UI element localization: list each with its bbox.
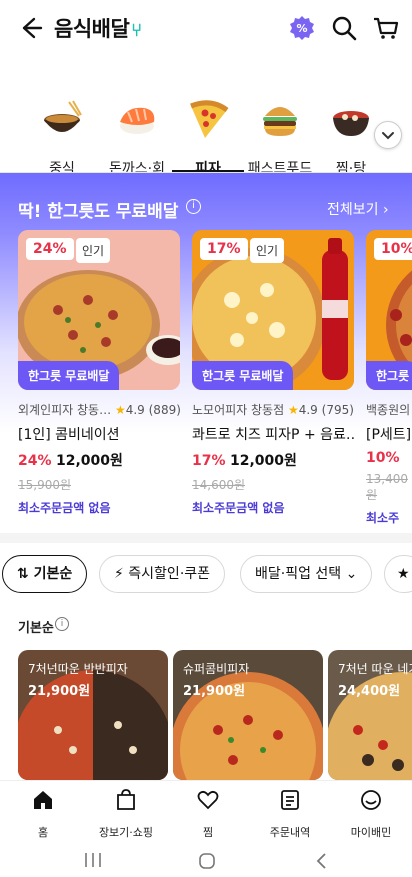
tab-chinese[interactable]: 중식	[22, 96, 102, 178]
price: 24% 12,000원	[18, 453, 123, 469]
category-expand-button[interactable]	[374, 121, 402, 149]
burger-icon	[263, 107, 297, 136]
sort-chip[interactable]: ⇅ 기본순	[2, 555, 88, 593]
min-order: 최소주문금액 없음	[192, 501, 285, 515]
header: 음식배달 ⑂ %	[0, 0, 412, 56]
product-price: 21,900원	[28, 684, 91, 699]
tab-pork-cutlet[interactable]: 돈까스·회	[97, 96, 177, 178]
promo-card[interactable]: 17% 인기 한그릇 무료배달 노모어피자 창동점 ★4.9 (795) 콰트로…	[192, 230, 354, 516]
section-divider	[0, 533, 412, 543]
nav-shopping[interactable]: 장보기·쇼핑	[85, 788, 167, 840]
product-image: 17% 인기 한그릇 무료배달	[192, 230, 354, 390]
product-name: 7처넌 따운 네가지	[338, 662, 412, 676]
recent-apps-icon[interactable]	[83, 852, 103, 868]
tab-fastfood[interactable]: 패스트푸드	[240, 96, 320, 178]
star-icon: ★	[397, 566, 410, 582]
nav-home[interactable]: 홈	[2, 788, 84, 840]
sort-icon: ⇅	[17, 566, 29, 582]
menu-name: [1인] 콤비네이션	[18, 427, 120, 443]
svg-text:%: %	[296, 22, 307, 35]
discount-badge: 24%	[26, 238, 74, 260]
sushi-icon	[120, 107, 155, 134]
store-info: 노모어피자 창동점 ★4.9 (795)	[192, 403, 354, 417]
info-icon[interactable]: i	[55, 617, 69, 631]
product-name: 7처넌따운 반반피자	[28, 662, 128, 676]
popular-badge: 인기	[250, 238, 285, 263]
min-order: 최소주	[366, 511, 400, 525]
original-price: 13,400원	[366, 472, 408, 502]
product-card[interactable]: 슈퍼콤비피자 21,900원	[173, 650, 323, 780]
promo-card[interactable]: 24% 인기 한그릇 무료배달 외계인피자 창동… ★4.9 (889) [1인…	[18, 230, 180, 516]
star-icon: ★	[114, 403, 126, 417]
lightning-icon: ⚡	[114, 566, 124, 582]
free-delivery-badge: 한그릇 무료배달	[18, 361, 120, 390]
view-all-link[interactable]: 전체보기 ›	[327, 199, 389, 219]
menu-name: 콰트로 치즈 피자P + 음료…	[192, 427, 354, 443]
discount-icon[interactable]: %	[286, 12, 318, 44]
stew-icon	[333, 111, 369, 136]
original-price: 15,900원	[18, 478, 72, 492]
chinese-food-icon	[44, 100, 82, 132]
product-card[interactable]: 7처넌 따운 네가지 24,400원	[328, 650, 412, 780]
back-arrow-icon[interactable]	[16, 14, 44, 42]
product-image: 24% 인기 한그릇 무료배달	[18, 230, 180, 390]
search-icon[interactable]	[328, 12, 360, 44]
shopping-bag-icon	[117, 789, 135, 810]
chevron-right-icon: ›	[382, 202, 389, 218]
store-info: 백종원의	[366, 403, 411, 417]
nav-orders[interactable]: 주문내역	[249, 788, 331, 840]
profile-icon	[361, 790, 381, 810]
page-title: 음식배달 ⑂	[54, 17, 142, 41]
free-delivery-badge: 한그릇	[366, 361, 412, 390]
system-back-icon[interactable]	[314, 852, 330, 870]
discount-badge: 17%	[200, 238, 248, 260]
product-name: 슈퍼콤비피자	[183, 662, 250, 676]
fork-knife-icon: ⑂	[131, 20, 142, 41]
sort-label: 기본순	[18, 621, 54, 636]
delivery-pickup-chip[interactable]: 배달·픽업 선택 ⌄	[240, 555, 373, 593]
discount-badge: 10%	[374, 238, 412, 260]
store-info: 외계인피자 창동… ★4.9 (889)	[18, 403, 180, 417]
promo-card[interactable]: 10% 한그릇 백종원의 [P세트] 10% 13,400원 최소주	[366, 230, 412, 526]
product-price: 24,400원	[338, 684, 401, 699]
chevron-down-icon: ⌄	[345, 566, 358, 582]
info-icon[interactable]: i	[186, 199, 201, 214]
product-image: 10% 한그릇	[366, 230, 412, 390]
favorites-chip[interactable]: ★	[384, 555, 412, 593]
price: 10%	[366, 450, 400, 466]
promo-title: 딱! 한그릇도 무료배달	[18, 202, 179, 222]
order-list-icon	[281, 790, 299, 810]
product-price: 21,900원	[183, 684, 246, 699]
home-button-icon[interactable]	[198, 852, 216, 870]
cart-icon[interactable]	[370, 12, 402, 44]
tab-pizza[interactable]: 피자	[168, 96, 248, 178]
instant-discount-chip[interactable]: ⚡ 즉시할인·쿠폰	[99, 555, 226, 593]
price: 17% 12,000원	[192, 453, 297, 469]
nav-my[interactable]: 마이배민	[330, 788, 412, 840]
system-nav-bar	[0, 840, 412, 877]
free-delivery-badge: 한그릇 무료배달	[192, 361, 294, 390]
original-price: 14,600원	[192, 478, 246, 492]
heart-icon	[197, 790, 219, 810]
nav-favorites[interactable]: 찜	[167, 788, 249, 840]
min-order: 최소주문금액 없음	[18, 501, 111, 515]
popular-badge: 인기	[76, 238, 111, 263]
product-card[interactable]: 7처넌따운 반반피자 21,900원	[18, 650, 168, 780]
home-icon	[34, 791, 52, 809]
menu-name: [P세트]	[366, 427, 412, 443]
star-icon: ★	[287, 403, 299, 417]
pizza-icon	[190, 100, 229, 138]
chevron-down-icon	[382, 132, 394, 140]
